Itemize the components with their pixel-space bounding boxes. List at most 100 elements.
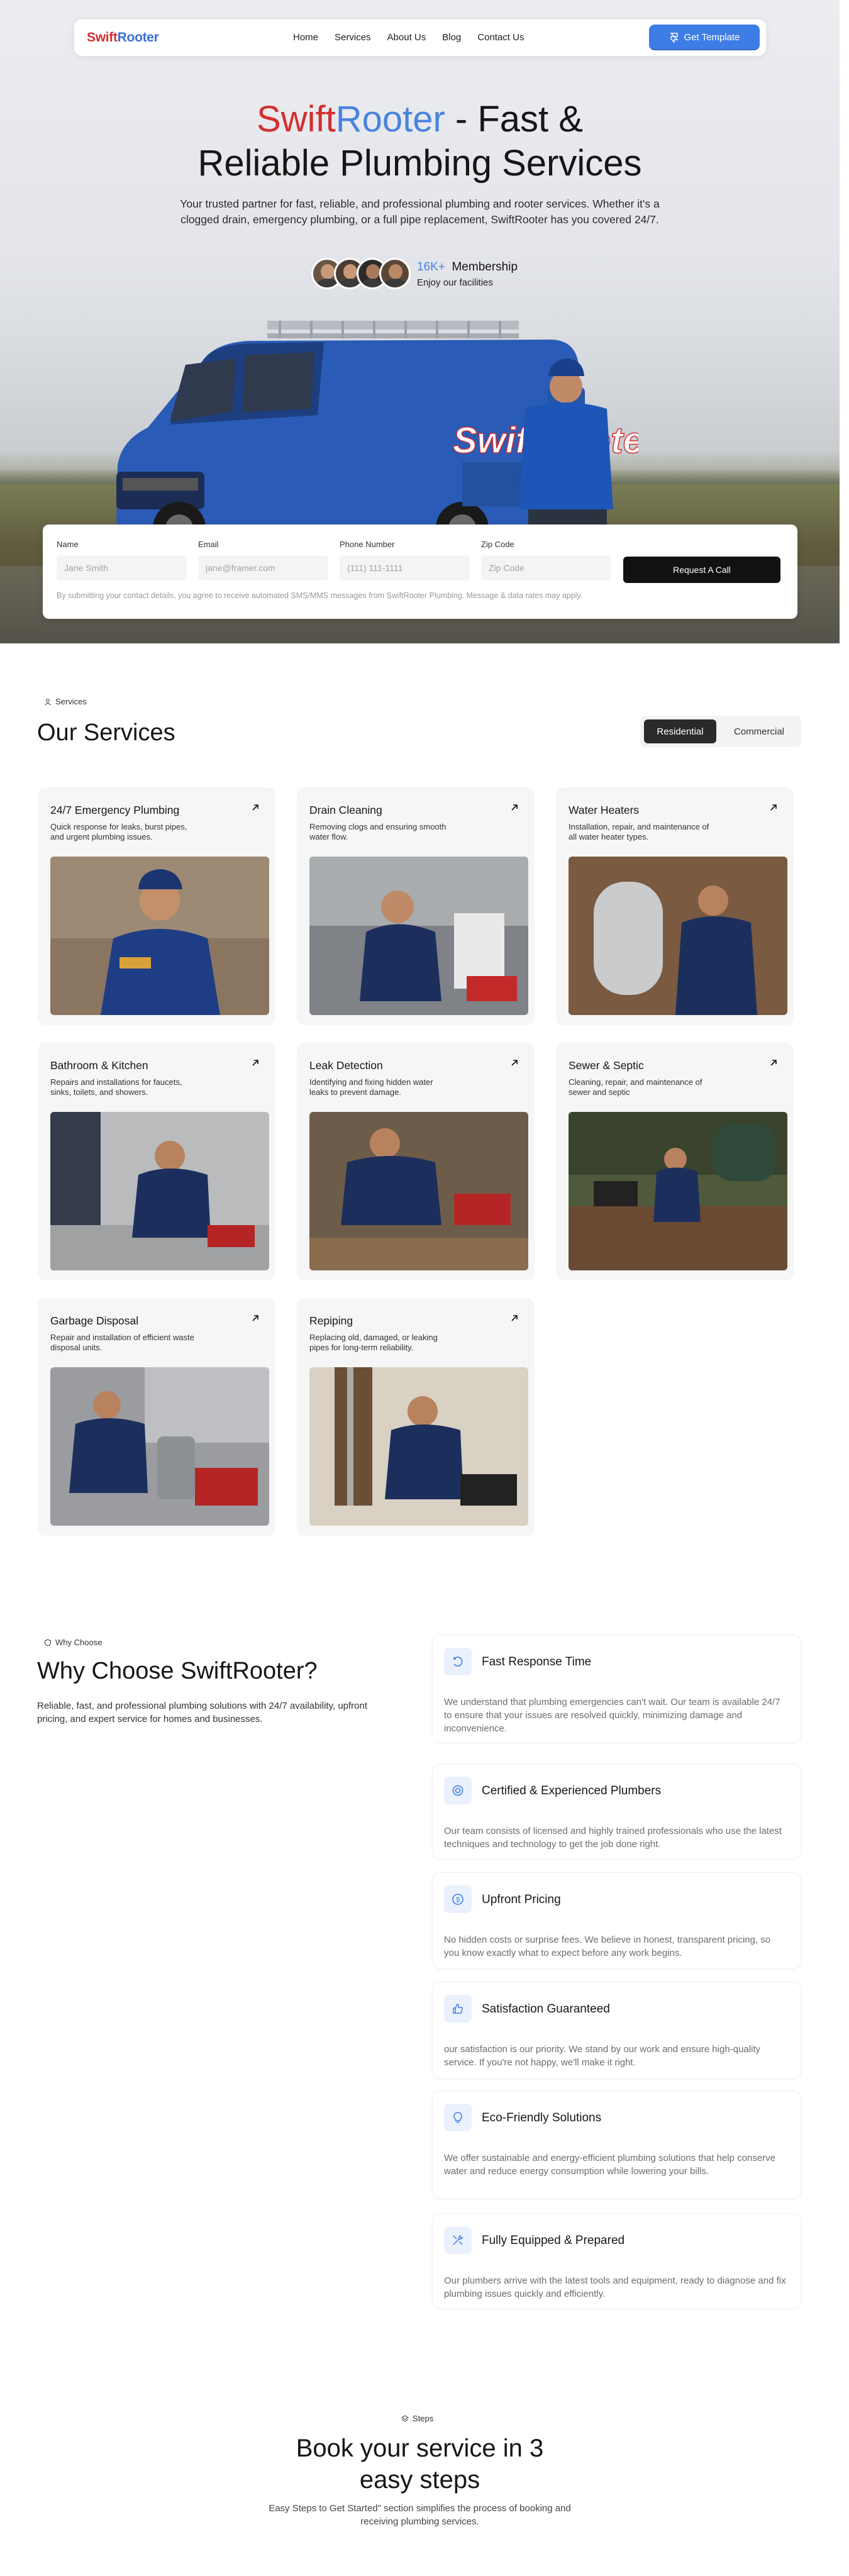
framer-icon bbox=[669, 32, 679, 43]
service-card[interactable]: Sewer & Septic Cleaning, repair, and mai… bbox=[556, 1043, 794, 1280]
tools-icon bbox=[444, 2226, 472, 2254]
feature-title: Fast Response Time bbox=[482, 1655, 592, 1668]
service-card[interactable]: Water Heaters Installation, repair, and … bbox=[556, 787, 794, 1025]
thumbs-up-icon bbox=[444, 1995, 472, 2023]
service-card-title: Repiping bbox=[309, 1314, 353, 1327]
steps-tag: Steps bbox=[401, 2414, 433, 2423]
nav-item-contact-us[interactable]: Contact Us bbox=[477, 32, 524, 43]
steps-title: Book your service in 3 easy steps bbox=[0, 2433, 840, 2496]
user-icon bbox=[45, 698, 51, 705]
feature-title: Satisfaction Guaranteed bbox=[482, 2002, 610, 2016]
service-card-title: Leak Detection bbox=[309, 1059, 383, 1072]
feature-card: Fast Response Time We understand that pl… bbox=[433, 1635, 801, 1742]
feature-title: Certified & Experienced Plumbers bbox=[482, 1784, 662, 1797]
eco-bulb-icon bbox=[444, 2104, 472, 2131]
steps-subtitle: Easy Steps to Get Started" section simpl… bbox=[269, 2503, 571, 2527]
feature-desc: We understand that plumbing emergencies … bbox=[444, 1697, 780, 1734]
arrow-up-right-icon[interactable] bbox=[509, 1313, 519, 1323]
service-card[interactable]: Leak Detection Identifying and fixing hi… bbox=[297, 1043, 535, 1280]
service-card-desc: Replacing old, damaged, or leaking pipes… bbox=[309, 1333, 438, 1352]
service-card[interactable]: Drain Cleaning Removing clogs and ensuri… bbox=[297, 787, 535, 1025]
feature-desc: Our plumbers arrive with the latest tool… bbox=[444, 2275, 786, 2299]
phone-label: Phone Number bbox=[340, 540, 395, 549]
nav-item-home[interactable]: Home bbox=[293, 32, 318, 43]
garbage-disposal-image bbox=[50, 1367, 269, 1526]
services-title: Our Services bbox=[37, 719, 175, 746]
page: { "brand": {"part1": "Swift", "part2": "… bbox=[0, 0, 849, 2576]
brand-logo-part1: Swift bbox=[87, 30, 118, 45]
zip-label: Zip Code bbox=[481, 540, 514, 549]
dollar-icon: $ bbox=[444, 1885, 472, 1913]
feature-title: Fully Equipped & Prepared bbox=[482, 2234, 625, 2247]
arrow-up-right-icon[interactable] bbox=[509, 802, 519, 813]
emergency-plumber-image bbox=[50, 857, 269, 1015]
service-card-title: 24/7 Emergency Plumbing bbox=[50, 804, 180, 816]
top-navbar: SwiftRooter Home Services About Us Blog … bbox=[74, 19, 766, 56]
drain-cleaning-image bbox=[309, 857, 528, 1015]
arrow-up-right-icon[interactable] bbox=[509, 1058, 519, 1068]
nav-item-services[interactable]: Services bbox=[335, 32, 371, 43]
service-card-desc: Cleaning, repair, and maintenance of sew… bbox=[569, 1077, 702, 1097]
service-card-title: Sewer & Septic bbox=[569, 1059, 644, 1072]
membership-note: Enjoy our facilities bbox=[417, 277, 493, 288]
arrow-up-right-icon[interactable] bbox=[250, 1313, 260, 1323]
why-tag-label: Why Choose bbox=[55, 1638, 103, 1647]
services-tag-label: Services bbox=[55, 697, 87, 706]
target-icon bbox=[444, 1777, 472, 1804]
get-template-label: Get Template bbox=[684, 32, 740, 43]
service-card-desc: Identifying and fixing hidden water leak… bbox=[309, 1077, 433, 1097]
service-card-desc: Removing clogs and ensuring smooth water… bbox=[309, 822, 447, 841]
service-card[interactable]: Bathroom & Kitchen Repairs and installat… bbox=[38, 1043, 275, 1280]
feature-card: Fully Equipped & Prepared Our plumbers a… bbox=[433, 2214, 801, 2308]
service-card[interactable]: Repiping Replacing old, damaged, or leak… bbox=[297, 1298, 535, 1536]
name-group: Name Jane Smith bbox=[57, 540, 187, 580]
fast-response-icon bbox=[444, 1648, 472, 1675]
service-card[interactable]: Garbage Disposal Repair and installation… bbox=[38, 1298, 275, 1536]
brand-logo[interactable]: SwiftRooter bbox=[87, 30, 159, 45]
name-input[interactable]: Jane Smith bbox=[57, 555, 187, 580]
nav-item-about-us[interactable]: About Us bbox=[387, 32, 426, 43]
service-card[interactable]: 24/7 Emergency Plumbing Quick response f… bbox=[38, 787, 275, 1025]
phone-input[interactable]: (111) 111-1111 bbox=[340, 555, 470, 580]
brand-logo-part2: Rooter bbox=[117, 30, 159, 45]
phone-group: Phone Number (111) 111-1111 bbox=[340, 540, 470, 580]
feature-card: Satisfaction Guaranteed our satisfaction… bbox=[433, 1982, 801, 2078]
arrow-up-right-icon[interactable] bbox=[250, 1058, 260, 1068]
arrow-up-right-icon[interactable] bbox=[769, 1058, 779, 1068]
shield-icon bbox=[45, 1638, 51, 1646]
arrow-up-right-icon[interactable] bbox=[250, 802, 260, 813]
service-card-desc: Quick response for leaks, burst pipes, a… bbox=[50, 822, 187, 841]
feature-desc: Our team consists of licensed and highly… bbox=[444, 1826, 782, 1850]
nav-item-blog[interactable]: Blog bbox=[442, 32, 461, 43]
toggle-commercial[interactable]: Commercial bbox=[721, 719, 797, 743]
feature-card: Certified & Experienced Plumbers Our tea… bbox=[433, 1764, 801, 1858]
service-type-toggle: Residential Commercial bbox=[640, 716, 801, 747]
form-disclaimer: By submitting your contact details, you … bbox=[57, 591, 583, 600]
water-heater-image bbox=[569, 857, 787, 1015]
feature-desc: our satisfaction is our priority. We sta… bbox=[444, 2044, 761, 2068]
feature-title: Eco-Friendly Solutions bbox=[482, 2111, 602, 2124]
steps-title-line1: Book your service in 3 bbox=[296, 2434, 544, 2462]
service-card-desc: Installation, repair, and maintenance of… bbox=[569, 822, 709, 841]
steps-tag-label: Steps bbox=[413, 2414, 434, 2423]
hero-subtitle: Your trusted partner for fast, reliable,… bbox=[180, 197, 660, 226]
arrow-up-right-icon[interactable] bbox=[769, 802, 779, 813]
hero-title-brand1: Swift bbox=[257, 99, 336, 140]
get-template-button[interactable]: Get Template bbox=[649, 25, 760, 50]
hero-title-line2: Reliable Plumbing Services bbox=[197, 143, 642, 184]
why-title: Why Choose SwiftRooter? bbox=[37, 1658, 318, 1684]
sewer-septic-image bbox=[569, 1112, 787, 1270]
avatar bbox=[379, 258, 411, 289]
feature-title: Upfront Pricing bbox=[482, 1893, 561, 1906]
hero-title: SwiftRooter - Fast & Reliable Plumbing S… bbox=[0, 97, 840, 186]
email-label: Email bbox=[198, 540, 219, 549]
email-input[interactable]: jane@framer.com bbox=[198, 555, 328, 580]
feature-desc: No hidden costs or surprise fees. We bel… bbox=[444, 1935, 771, 1958]
hero-title-brand2: Rooter bbox=[335, 99, 445, 140]
leak-detection-image bbox=[309, 1112, 528, 1270]
steps-title-line2: easy steps bbox=[359, 2466, 480, 2494]
toggle-residential[interactable]: Residential bbox=[644, 719, 716, 743]
request-call-button[interactable]: Request A Call bbox=[623, 557, 780, 583]
zip-input[interactable]: Zip Code bbox=[481, 555, 611, 580]
hero-van-image: SwiftRooter bbox=[116, 321, 638, 560]
